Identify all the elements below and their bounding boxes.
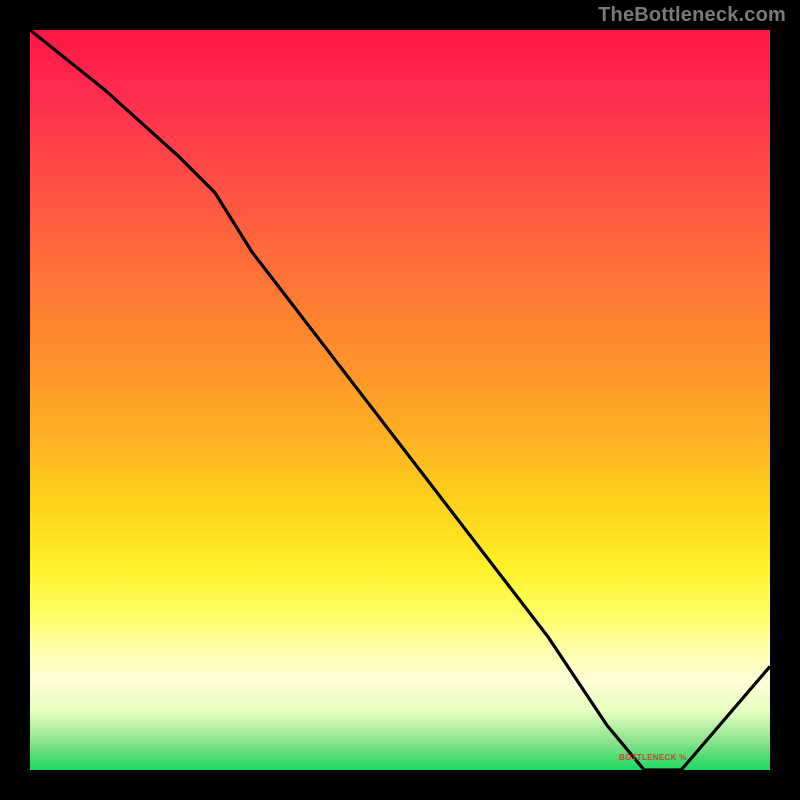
line-series-svg [30, 30, 770, 770]
bottleneck-curve-line [30, 30, 770, 770]
chart-frame: TheBottleneck.com BOTTLENECK % [0, 0, 800, 800]
plot-area: BOTTLENECK % [30, 30, 770, 770]
watermark-text: TheBottleneck.com [598, 4, 786, 27]
bottleneck-annotation: BOTTLENECK % [619, 753, 687, 762]
